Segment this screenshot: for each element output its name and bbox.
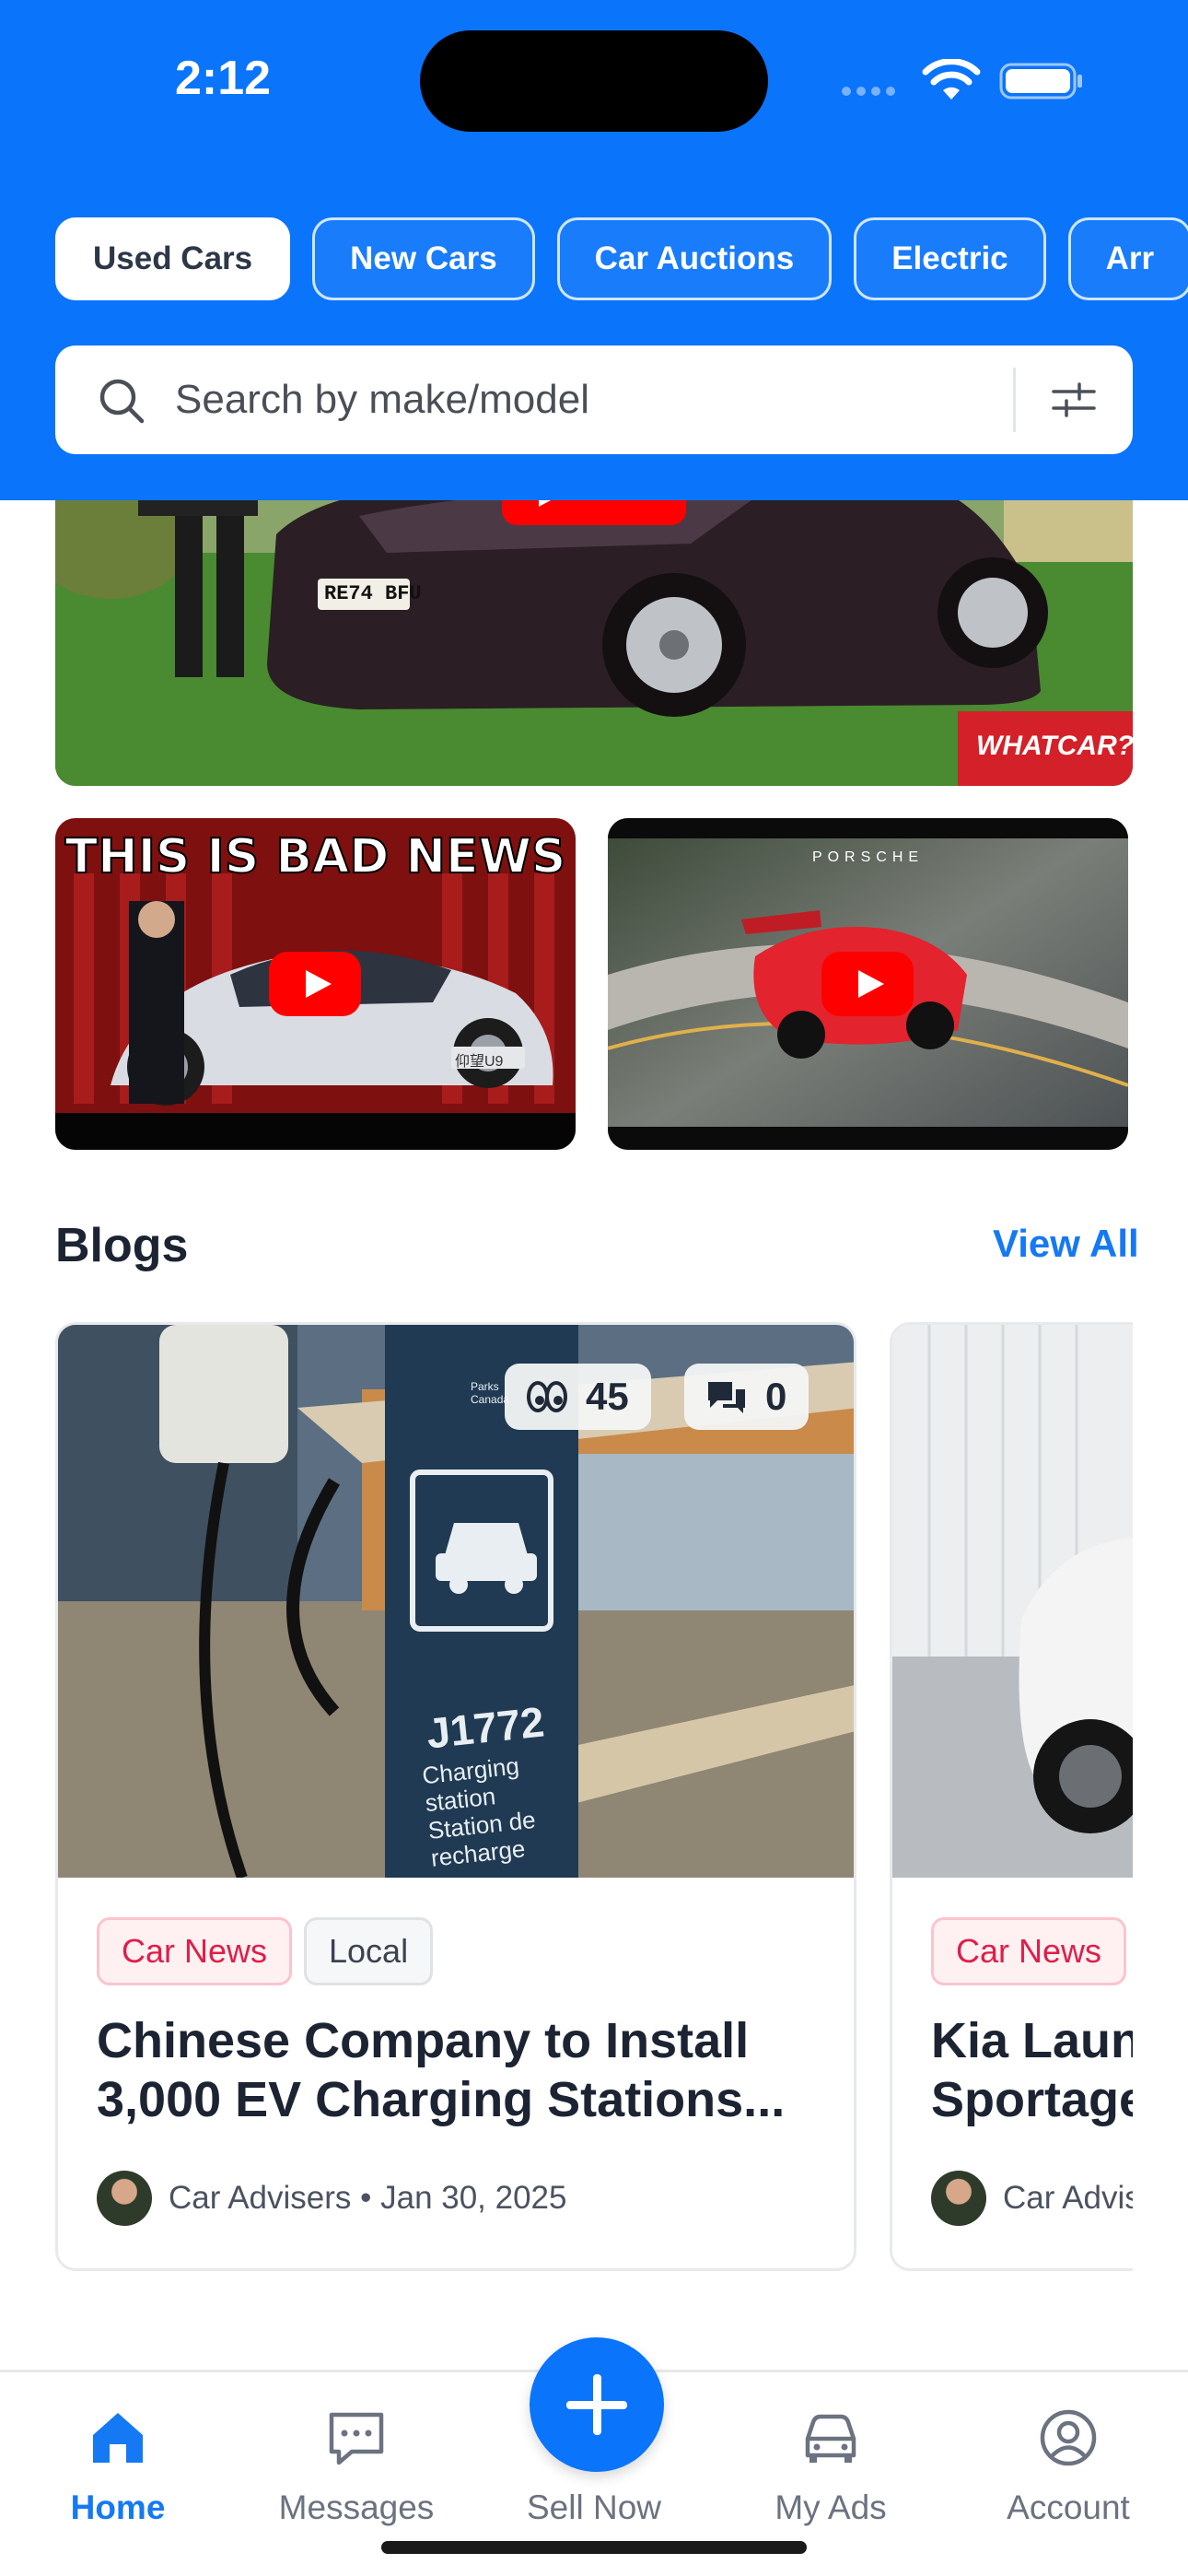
blog-meta: Car Advisers • Jan 30, 2025: [169, 2180, 567, 2216]
tab-new-cars[interactable]: New Cars: [312, 217, 535, 300]
home-indicator: [381, 2541, 807, 2554]
play-icon[interactable]: [269, 952, 361, 1016]
video-thumbnail-main[interactable]: RE74 BFU WHATCAR?: [55, 479, 1133, 786]
blog-card-title: Chinese Company to Install 3,000 EV Char…: [97, 2013, 786, 2127]
tab-more[interactable]: Arr: [1067, 217, 1188, 300]
blog-card[interactable]: Car News Kia Laun Sportage Car Advis: [890, 1322, 1133, 2271]
nav-my-ads-label: My Ads: [775, 2488, 887, 2526]
plus-icon[interactable]: [530, 2337, 664, 2472]
blog-card-image: J1772 Charging station Station de rechar…: [58, 1325, 854, 1878]
avatar: [97, 2171, 152, 2226]
views-count: 45: [586, 1375, 629, 1418]
dynamic-island: [420, 30, 768, 132]
tab-car-auctions[interactable]: Car Auctions: [556, 217, 833, 300]
app-screen: 2:12 Used Cars New Cars Car Auctions Ele…: [0, 0, 1188, 2576]
tag-local[interactable]: Local: [304, 1917, 434, 1985]
blog-card-clip: Car News Kia Laun Sportage Car Advis: [890, 1322, 1133, 2271]
tab-electric[interactable]: Electric: [854, 217, 1046, 300]
avatar: [931, 2171, 986, 2226]
whatcar-badge: WHATCAR?: [976, 731, 1133, 761]
search-icon: [99, 379, 145, 424]
account-icon: [1040, 2409, 1097, 2466]
messages-icon: [329, 2412, 384, 2465]
search-input[interactable]: Search by make/model: [175, 377, 589, 423]
search-bar[interactable]: Search by make/model: [55, 345, 1133, 454]
header: 2:12 Used Cars New Cars Car Auctions Ele…: [0, 0, 1188, 500]
battery-icon: [999, 63, 1082, 100]
nav-home[interactable]: Home: [26, 2372, 210, 2576]
nav-messages-label: Messages: [278, 2488, 435, 2526]
home-icon: [93, 2413, 143, 2463]
tag-car-news[interactable]: Car News: [931, 1917, 1127, 1985]
nav-home-label: Home: [70, 2488, 166, 2526]
eyes-icon: [527, 1381, 567, 1412]
video-headline: THIS IS BAD NEWS: [64, 828, 567, 885]
blog-author-row: Car Advis: [931, 2171, 1133, 2226]
kia-sportage-image: [892, 1325, 1133, 1878]
tag-car-news[interactable]: Car News: [97, 1917, 293, 1985]
porsche-brand-text: PORSCHE: [811, 849, 925, 865]
search-divider: [1013, 368, 1016, 432]
car-icon: [805, 2414, 856, 2463]
category-tabs: Used Cars New Cars Car Auctions Electric…: [55, 217, 1188, 300]
status-time: 2:12: [175, 52, 272, 105]
blog-author: Car Advis: [1003, 2180, 1133, 2216]
blog-card[interactable]: J1772 Charging station Station de rechar…: [55, 1322, 856, 2271]
comments-counter: 0: [684, 1364, 809, 1430]
comments-count: 0: [765, 1375, 787, 1418]
filter-icon[interactable]: [1050, 379, 1098, 421]
sign-subtext: Charging station Station de recharge: [421, 1751, 537, 1872]
plate-text: 仰望U9: [455, 1054, 504, 1070]
view-all-link[interactable]: View All: [993, 1222, 1139, 1266]
blog-author-row: Car Advisers • Jan 30, 2025: [97, 2171, 567, 2226]
nav-account-label: Account: [1007, 2488, 1130, 2526]
license-plate-text: RE74 BFU: [324, 582, 422, 605]
blogs-section-title: Blogs: [55, 1219, 189, 1272]
blog-card-image: [892, 1325, 1133, 1878]
nav-account[interactable]: Account: [976, 2372, 1160, 2576]
nav-sell-now-label: Sell Now: [527, 2488, 661, 2526]
tab-used-cars[interactable]: Used Cars: [55, 217, 291, 300]
video-thumbnail-porsche[interactable]: PORSCHE: [608, 818, 1128, 1150]
video-thumbnail-bad-news[interactable]: THIS IS BAD NEWS 仰望U9: [55, 818, 576, 1150]
wifi-icon: [922, 59, 981, 100]
cellular-signal-icon: [842, 87, 895, 96]
blog-card-title: Kia Laun Sportage: [931, 2013, 1133, 2127]
views-counter: 45: [505, 1364, 651, 1430]
play-icon[interactable]: [821, 952, 914, 1016]
comments-icon: [708, 1382, 745, 1413]
